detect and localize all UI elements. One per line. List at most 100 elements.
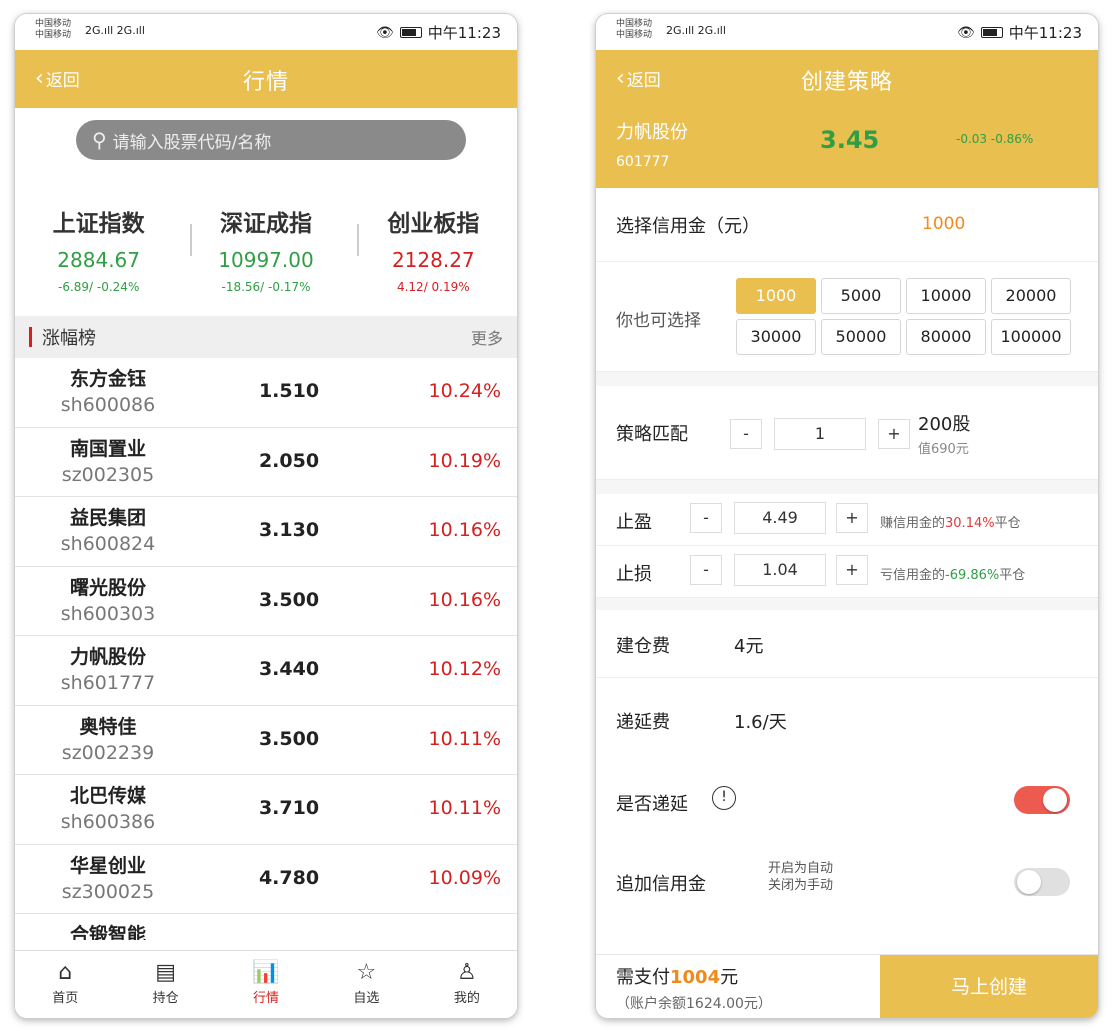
page-title: 创建策略 bbox=[800, 70, 893, 95]
stock-code: sz002305 bbox=[61, 463, 155, 486]
stock-change: -0.03 -0.86% bbox=[956, 132, 1034, 146]
status-bar: 中国移动 中国移动 2G.ıll 2G.ıll 👁 中午11:23 bbox=[15, 14, 517, 50]
increment-button[interactable]: + bbox=[836, 555, 868, 585]
accent-bar bbox=[29, 327, 32, 347]
nav-bar: ‹ 返回 行情 bbox=[15, 50, 517, 108]
decrement-button[interactable]: - bbox=[730, 419, 762, 449]
defer-toggle-row: 是否递延 ! bbox=[596, 758, 1098, 842]
stock-row[interactable]: 合锻智能 bbox=[15, 914, 517, 940]
credit-value: 1000 bbox=[922, 214, 966, 234]
stock-price: 4.780 bbox=[258, 866, 320, 889]
credit-option-button[interactable]: 100000 bbox=[991, 319, 1071, 355]
take-profit-row: 止盈 - 4.49 + 赚信用金的30.14%平仓 bbox=[596, 494, 1098, 546]
take-profit-note: 赚信用金的30.14%平仓 bbox=[880, 516, 1021, 531]
market-chart-icon: 📊 bbox=[252, 960, 280, 985]
decrement-button[interactable]: - bbox=[690, 503, 722, 533]
tab-holdings[interactable]: ▤ 持仓 bbox=[115, 951, 215, 1018]
open-fee-value: 4元 bbox=[734, 636, 764, 657]
nav-bar: ‹ 返回 创建策略 bbox=[596, 50, 1098, 108]
decrement-button[interactable]: - bbox=[690, 555, 722, 585]
signal-icon: 2G.ıll 2G.ıll bbox=[666, 24, 726, 37]
credit-option-button[interactable]: 20000 bbox=[991, 278, 1071, 314]
stock-price: 3.130 bbox=[258, 519, 320, 541]
quantity-field[interactable]: 1 bbox=[774, 418, 866, 450]
add-credit-toggle[interactable] bbox=[1014, 868, 1070, 896]
index-card[interactable]: 创业板指 2128.27 4.12/ 0.19% bbox=[350, 188, 517, 316]
tab-favorite[interactable]: ☆ 自选 bbox=[316, 951, 416, 1018]
stock-code: sh600303 bbox=[60, 602, 156, 625]
stop-loss-stepper: - 1.04 + bbox=[690, 554, 868, 586]
gainers-list: 东方金钰 sh600086 1.510 10.24% 南国置业 sz002305 2.050… bbox=[15, 358, 517, 940]
stock-row[interactable]: 益民集团 sh600824 3.130 10.16% bbox=[15, 497, 517, 567]
stock-price: 3.710 bbox=[258, 797, 320, 819]
tab-home[interactable]: ⌂ 首页 bbox=[15, 951, 115, 1018]
increment-button[interactable]: + bbox=[836, 503, 868, 533]
index-card[interactable]: 上证指数 2884.67 -6.89/ -0.24% bbox=[15, 188, 182, 316]
market-screen: 中国移动 中国移动 2G.ıll 2G.ıll 👁 中午11:23 ‹ 返回 行情… bbox=[15, 14, 517, 1018]
stock-change-pct: 10.11% bbox=[428, 727, 501, 750]
carrier-label: 中国移动 中国移动 bbox=[616, 19, 653, 40]
credit-options-row: 你也可选择 1000 5000 10000 20000 30000 50000 80000 1… bbox=[596, 262, 1098, 372]
home-icon: ⌂ bbox=[58, 960, 73, 985]
battery-icon bbox=[980, 27, 1003, 38]
increment-button[interactable]: + bbox=[878, 419, 910, 449]
stock-row[interactable]: 力帆股份 sh601777 3.440 10.12% bbox=[15, 636, 517, 706]
tab-market-chart[interactable]: 📊 行情 bbox=[216, 951, 316, 1018]
stock-header: 力帆股份 601777 3.45 -0.03 -0.86% bbox=[596, 108, 1098, 188]
stock-row[interactable]: 北巴传媒 sh600386 3.710 10.11% bbox=[15, 775, 517, 845]
tab-user[interactable]: ♙ 我的 bbox=[417, 951, 517, 1018]
payment-summary: 需支付1004元 （账户余额1624.00元） bbox=[596, 955, 880, 1018]
credit-option-button[interactable]: 80000 bbox=[906, 319, 986, 355]
stock-code: sh600086 bbox=[60, 394, 156, 416]
stock-row[interactable]: 曙光股份 sh600303 3.500 10.16% bbox=[15, 567, 517, 636]
stock-change-pct: 10.19% bbox=[428, 449, 501, 472]
divider bbox=[357, 224, 359, 256]
checkout-bar: 需支付1004元 （账户余额1624.00元） 马上创建 bbox=[596, 954, 1098, 1018]
stop-loss-note: 亏信用金的-69.86%平仓 bbox=[880, 568, 1026, 583]
credit-option-button[interactable]: 5000 bbox=[821, 278, 901, 314]
clock: 中午11:23 bbox=[1008, 24, 1082, 42]
search-input[interactable]: ⚲ 请输入股票代码/名称 bbox=[76, 120, 466, 160]
index-card[interactable]: 深证成指 10997.00 -18.56/ -0.17% bbox=[182, 188, 349, 316]
favorite-icon: ☆ bbox=[356, 960, 377, 985]
clock: 中午11:23 bbox=[427, 24, 501, 42]
info-icon[interactable]: ! bbox=[712, 786, 736, 810]
eye-comfort-icon: 👁 bbox=[956, 24, 975, 41]
stock-row[interactable]: 南国置业 sz002305 2.050 10.19% bbox=[15, 428, 517, 497]
stock-row[interactable]: 华星创业 sz300025 4.780 10.09% bbox=[15, 845, 517, 914]
stock-row[interactable]: 奥特佳 sz002239 3.500 10.11% bbox=[15, 706, 517, 775]
stock-code: sh601777 bbox=[60, 672, 156, 694]
search-icon: ⚲ bbox=[92, 128, 107, 152]
stock-name: 东方金钰 bbox=[69, 368, 146, 390]
credit-option-button[interactable]: 1000 bbox=[736, 278, 816, 314]
create-strategy-screen: 中国移动 中国移动 2G.ıll 2G.ıll 👁 中午11:23 ‹ 返回 创建… bbox=[596, 14, 1098, 1018]
stock-price: 3.45 bbox=[820, 126, 880, 154]
credit-options: 1000 5000 10000 20000 30000 50000 80000 100000 bbox=[736, 278, 1071, 355]
create-now-button[interactable]: 马上创建 bbox=[880, 955, 1098, 1018]
stock-change-pct: 10.12% bbox=[428, 658, 501, 680]
stop-loss-field[interactable]: 1.04 bbox=[734, 554, 826, 586]
credit-option-button[interactable]: 30000 bbox=[736, 319, 816, 355]
index-summary: 上证指数 2884.67 -6.89/ -0.24% 深证成指 10997.00… bbox=[15, 188, 517, 316]
user-icon: ♙ bbox=[456, 960, 477, 985]
stock-code: sz300025 bbox=[61, 880, 155, 903]
stock-code: sz002239 bbox=[61, 741, 155, 764]
holdings-icon: ▤ bbox=[155, 960, 176, 985]
stock-name: 益民集团 bbox=[69, 507, 146, 529]
open-fee-row: 建仓费 4元 bbox=[596, 610, 1098, 678]
strategy-match-row: 策略匹配 - 1 + 200股 值690元 bbox=[596, 386, 1098, 480]
defer-fee-row: 递延费 1.6/天 bbox=[596, 678, 1098, 758]
take-profit-field[interactable]: 4.49 bbox=[734, 502, 826, 534]
defer-fee-value: 1.6/天 bbox=[734, 712, 787, 733]
stock-row[interactable]: 东方金钰 sh600086 1.510 10.24% bbox=[15, 358, 517, 428]
stock-change-pct: 10.16% bbox=[428, 519, 501, 541]
stock-name: 南国置业 bbox=[69, 437, 146, 460]
section-header: 涨幅榜 更多 bbox=[15, 316, 517, 358]
more-link[interactable]: 更多 bbox=[471, 325, 503, 349]
credit-option-button[interactable]: 50000 bbox=[821, 319, 901, 355]
credit-option-button[interactable]: 10000 bbox=[906, 278, 986, 314]
signal-icon: 2G.ıll 2G.ıll bbox=[85, 24, 145, 37]
take-profit-stepper: - 4.49 + bbox=[690, 502, 868, 534]
stock-name: 奥特佳 bbox=[79, 715, 137, 738]
defer-toggle[interactable] bbox=[1014, 786, 1070, 814]
